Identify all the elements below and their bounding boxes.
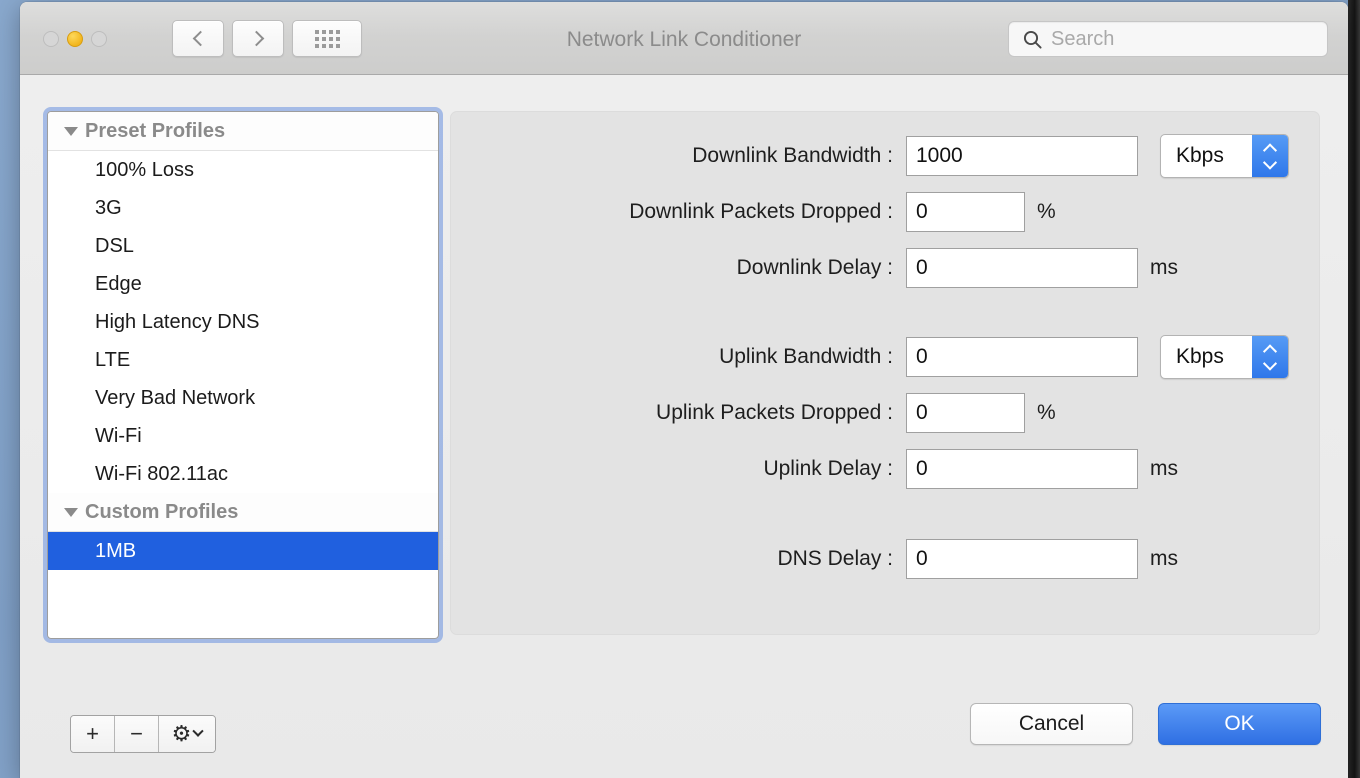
settings-row-label: Downlink Delay : [736,256,893,279]
settings-row: Uplink Delay : ms [451,449,1319,489]
settings-unit-suffix: ms [1150,547,1178,570]
profile-label: Wi-Fi [95,424,142,447]
bandwidth-unit-label: Kbps [1176,144,1224,167]
profile-list-item[interactable]: LTE [48,341,438,379]
profile-label: Wi-Fi 802.11ac [95,462,229,485]
bandwidth-unit-popup[interactable]: Kbps [1160,335,1289,379]
settings-row: Uplink Bandwidth : Kbps [451,335,1319,379]
settings-unit-suffix: ms [1150,457,1178,480]
profile-label: 1MB [95,539,137,562]
window-body: Preset Profiles 100% Loss 3G DSL Edge High La… [20,75,1348,778]
profile-list-item[interactable]: Wi-Fi 802.11ac [48,455,438,493]
settings-value-input[interactable] [906,192,1025,232]
profile-label: Edge [95,272,142,295]
settings-row: Downlink Delay : ms [451,248,1319,288]
triangle-down-icon [64,126,78,136]
profile-label: 3G [95,196,122,219]
settings-value-input[interactable] [906,393,1025,433]
profile-list-item[interactable]: Edge [48,265,438,303]
settings-unit-suffix: % [1037,200,1056,223]
settings-unit-suffix: % [1037,401,1056,424]
desktop-right-edge [1348,0,1360,778]
add-profile-button[interactable]: + [71,716,115,752]
settings-row-label: Uplink Bandwidth : [719,345,893,368]
settings-row-label: Uplink Packets Dropped : [656,401,893,424]
chevron-down-icon [192,725,205,737]
profile-label: 100% Loss [95,158,194,181]
profiles-group-header[interactable]: Custom Profiles [48,493,438,532]
profile-label: DSL [95,234,134,257]
settings-row: DNS Delay : ms [451,539,1319,579]
settings-row-label: Downlink Packets Dropped : [629,200,893,223]
profile-list-item[interactable]: High Latency DNS [48,303,438,341]
settings-row: Uplink Packets Dropped :% [451,393,1319,433]
profiles-list-toolbar: + − ⚙ [70,715,216,753]
profile-list-item[interactable]: 1MB [48,532,438,570]
window-toolbar: Network Link Conditioner [20,2,1348,75]
bandwidth-unit-label: Kbps [1176,345,1224,368]
profile-label: Very Bad Network [95,386,256,409]
up-down-arrows-icon[interactable] [1252,336,1288,378]
settings-value-input[interactable] [906,337,1138,377]
settings-value-input[interactable] [906,539,1138,579]
profiles-list[interactable]: Preset Profiles 100% Loss 3G DSL Edge High La… [43,107,443,643]
profile-list-item[interactable]: 3G [48,189,438,227]
profile-label: LTE [95,348,131,371]
settings-row-label: Uplink Delay : [763,457,893,480]
plus-icon: + [86,721,99,746]
triangle-down-icon [64,507,78,517]
up-down-arrows-icon[interactable] [1252,135,1288,177]
profile-list-item[interactable]: Wi-Fi [48,417,438,455]
profile-list-item[interactable]: DSL [48,227,438,265]
bandwidth-unit-popup[interactable]: Kbps [1160,134,1289,178]
ok-button[interactable]: OK [1158,703,1321,745]
profiles-group-header[interactable]: Preset Profiles [48,112,438,151]
profile-list-item[interactable]: Very Bad Network [48,379,438,417]
settings-value-input[interactable] [906,136,1138,176]
search-icon [1023,30,1042,49]
dialog-buttons: Cancel OK [970,703,1321,745]
cancel-button[interactable]: Cancel [970,703,1133,745]
remove-profile-button[interactable]: − [115,716,159,752]
profile-label: High Latency DNS [95,310,260,333]
actions-gear-button[interactable]: ⚙ [159,716,215,752]
gear-icon: ⚙ [171,721,192,746]
network-link-conditioner-window: Network Link Conditioner Preset Profiles… [20,2,1348,778]
settings-unit-suffix: ms [1150,256,1178,279]
search-field[interactable] [1008,21,1328,57]
profiles-group-label: Preset Profiles [85,119,226,142]
settings-row-label: DNS Delay : [777,547,893,570]
settings-value-input[interactable] [906,449,1138,489]
minus-icon: − [130,721,143,746]
settings-panel: Downlink Bandwidth : Kbps Downlink Packets… [450,111,1320,635]
search-input[interactable] [1051,27,1317,51]
settings-value-input[interactable] [906,248,1138,288]
settings-row: Downlink Bandwidth : Kbps [451,134,1319,178]
profiles-group-label: Custom Profiles [85,500,239,523]
profile-list-item[interactable]: 100% Loss [48,151,438,189]
settings-row: Downlink Packets Dropped :% [451,192,1319,232]
settings-row-label: Downlink Bandwidth : [692,144,893,167]
